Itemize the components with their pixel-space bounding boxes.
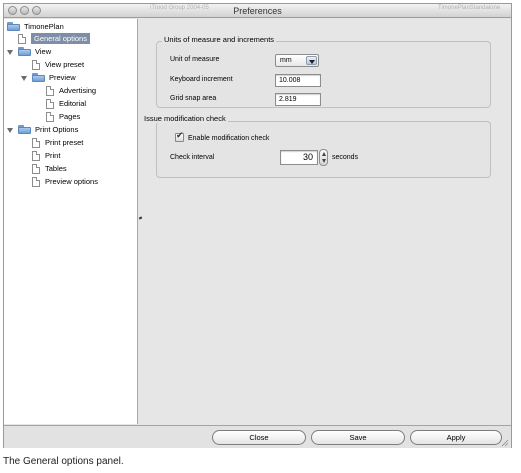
check-interval-label: Check interval: [170, 154, 215, 161]
tree-item-view[interactable]: View: [18, 46, 51, 57]
tree-item-pages[interactable]: Pages: [46, 111, 80, 122]
document-icon: [32, 150, 40, 161]
unit-of-measure-value: mm: [280, 57, 292, 64]
disclosure-triangle-icon[interactable]: [7, 128, 13, 133]
tree-item-label: Tables: [45, 164, 67, 173]
title-bar[interactable]: iTrood Group 2004-05 TimonePlanStandalon…: [4, 4, 511, 18]
tree-item-label: View: [35, 47, 52, 56]
document-icon: [46, 111, 54, 122]
units-group-title: Units of measure and increments: [162, 35, 277, 44]
document-icon: [18, 33, 26, 44]
tree-item-label: Advertising: [59, 86, 97, 95]
tree-item-timoneplan[interactable]: TimonePlan: [7, 21, 64, 32]
check-interval-unit: seconds: [332, 154, 359, 161]
modification-check-group-title: Issue modification check: [142, 114, 228, 123]
folder-icon: [7, 22, 20, 31]
stepper-down-icon[interactable]: [322, 159, 326, 163]
disclosure-triangle-icon[interactable]: [7, 50, 13, 55]
folder-icon: [18, 47, 31, 56]
document-icon: [46, 85, 54, 96]
tree-item-label: View preset: [45, 60, 85, 69]
checkmark-icon: ✔: [176, 131, 184, 141]
stepper-up-icon[interactable]: [322, 152, 326, 156]
tree-item-view-preset[interactable]: View preset: [32, 59, 84, 70]
tree-item-print-options[interactable]: Print Options: [18, 124, 78, 135]
check-interval-field[interactable]: 30: [280, 150, 318, 165]
disclosure-triangle-icon[interactable]: [21, 76, 27, 81]
document-icon: [32, 59, 40, 70]
general-options-panel: Units of measure and increments Unit of …: [139, 19, 511, 424]
preferences-window: iTrood Group 2004-05 TimonePlanStandalon…: [3, 3, 512, 448]
unit-of-measure-select[interactable]: mm: [275, 54, 319, 67]
grid-snap-area-field[interactable]: 2.819: [275, 93, 321, 106]
figure-caption: The General options panel.: [3, 456, 124, 467]
tree-item-label: Print preset: [45, 138, 84, 147]
tree-item-preview[interactable]: Preview: [32, 72, 76, 83]
tree-item-label: TimonePlan: [24, 22, 64, 31]
chevron-down-icon: [306, 56, 317, 65]
resize-grip-icon[interactable]: [501, 439, 509, 447]
tree-item-label: Print: [45, 151, 61, 160]
unit-of-measure-label: Unit of measure: [170, 56, 220, 63]
grid-snap-area-label: Grid snap area: [170, 95, 217, 102]
tree-item-print-preset[interactable]: Print preset: [32, 137, 83, 148]
tree-item-label: Pages: [59, 112, 81, 121]
tree-item-label: Print Options: [35, 125, 79, 134]
keyboard-increment-field[interactable]: 10.008: [275, 74, 321, 87]
tree-item-preview-options[interactable]: Preview options: [32, 176, 98, 187]
tree-item-label: General options: [31, 33, 90, 44]
enable-modification-check-label: Enable modification check: [188, 135, 270, 142]
folder-icon: [18, 125, 31, 134]
folder-icon: [32, 73, 45, 82]
tree-item-general-options[interactable]: General options: [18, 33, 90, 44]
preferences-tree[interactable]: TimonePlan General options View View pre…: [4, 19, 138, 424]
tree-item-tables[interactable]: Tables: [32, 163, 67, 174]
window-title: Preferences: [233, 6, 282, 16]
tree-item-print[interactable]: Print: [32, 150, 60, 161]
document-icon: [32, 163, 40, 174]
close-button[interactable]: Close: [212, 430, 306, 445]
check-interval-stepper[interactable]: [319, 149, 328, 166]
tree-item-editorial[interactable]: Editorial: [46, 98, 86, 109]
enable-modification-check-checkbox[interactable]: ✔: [175, 131, 184, 142]
apply-button[interactable]: Apply: [410, 430, 502, 445]
document-icon: [32, 176, 40, 187]
save-button[interactable]: Save: [311, 430, 405, 445]
tree-item-label: Preview: [49, 73, 76, 82]
tree-item-label: Editorial: [59, 99, 87, 108]
document-icon: [46, 98, 54, 109]
button-bar: Close Save Apply: [4, 425, 511, 448]
tree-item-label: Preview options: [45, 177, 98, 186]
document-icon: [32, 137, 40, 148]
keyboard-increment-label: Keyboard increment: [170, 76, 233, 83]
tree-item-advertising[interactable]: Advertising: [46, 85, 96, 96]
